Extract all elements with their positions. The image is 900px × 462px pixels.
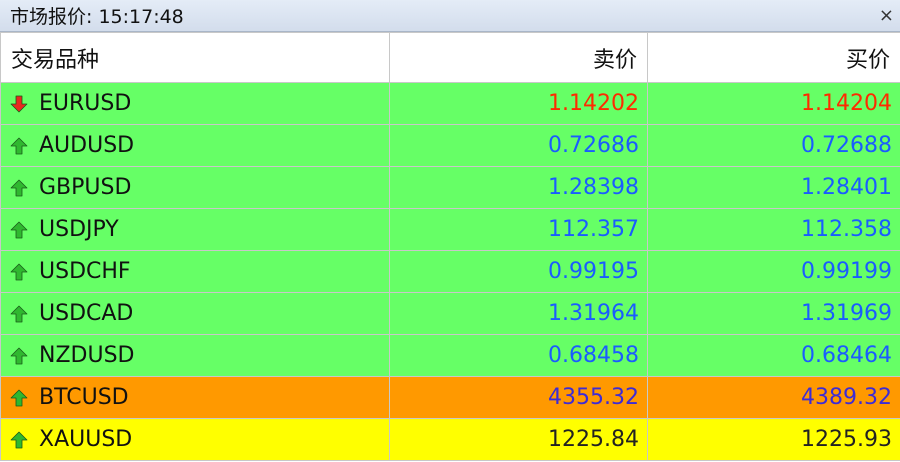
symbol-cell[interactable]: XAUUSD [0, 418, 390, 461]
close-icon[interactable]: × [879, 6, 894, 25]
quotes-table: 交易品种 卖价 买价 EURUSD 1.14202 1.14204 AUDUSD 0.7… [0, 32, 900, 461]
symbol-name: BTCUSD [39, 385, 129, 410]
symbol-wrap: USDJPY [9, 217, 381, 242]
table-row[interactable]: GBPUSD 1.28398 1.28401 [0, 166, 900, 209]
symbol-wrap: NZDUSD [9, 343, 381, 368]
red-down-arrow-icon [9, 94, 29, 114]
ask-price: 0.72688 [647, 124, 900, 167]
ask-price: 1.31969 [647, 292, 900, 335]
table-row[interactable]: EURUSD 1.14202 1.14204 [0, 82, 900, 125]
ask-price: 112.358 [647, 208, 900, 251]
symbol-cell[interactable]: USDCAD [0, 292, 390, 335]
symbol-wrap: XAUUSD [9, 427, 381, 452]
symbol-cell[interactable]: AUDUSD [0, 124, 390, 167]
bid-price: 112.357 [389, 208, 648, 251]
green-up-arrow-icon [9, 388, 29, 408]
symbol-wrap: BTCUSD [9, 385, 381, 410]
ask-price: 1.14204 [647, 82, 900, 125]
green-up-arrow-icon [9, 178, 29, 198]
green-up-arrow-icon [9, 262, 29, 282]
bid-price: 1225.84 [389, 418, 648, 461]
symbol-cell[interactable]: USDJPY [0, 208, 390, 251]
table-row[interactable]: BTCUSD 4355.32 4389.32 [0, 376, 900, 419]
symbol-cell[interactable]: EURUSD [0, 82, 390, 125]
green-up-arrow-icon [9, 304, 29, 324]
symbol-cell[interactable]: NZDUSD [0, 334, 390, 377]
titlebar: 市场报价: 15:17:48 × [0, 0, 900, 32]
market-watch-window: 市场报价: 15:17:48 × 交易品种 卖价 买价 EURUSD 1.1420… [0, 0, 900, 462]
bid-price: 4355.32 [389, 376, 648, 419]
symbol-name: USDCHF [39, 259, 131, 284]
ask-price: 4389.32 [647, 376, 900, 419]
symbol-name: USDCAD [39, 301, 134, 326]
green-up-arrow-icon [9, 346, 29, 366]
table-row[interactable]: XAUUSD 1225.84 1225.93 [0, 418, 900, 461]
symbol-name: USDJPY [39, 217, 119, 242]
table-row[interactable]: NZDUSD 0.68458 0.68464 [0, 334, 900, 377]
table-row[interactable]: USDJPY 112.357 112.358 [0, 208, 900, 251]
ask-price: 0.68464 [647, 334, 900, 377]
green-up-arrow-icon [9, 136, 29, 156]
symbol-name: AUDUSD [39, 133, 135, 158]
symbol-wrap: USDCAD [9, 301, 381, 326]
symbol-wrap: AUDUSD [9, 133, 381, 158]
green-up-arrow-icon [9, 430, 29, 450]
bid-price: 1.28398 [389, 166, 648, 209]
window-title: 市场报价: 15:17:48 [10, 6, 184, 28]
symbol-cell[interactable]: USDCHF [0, 250, 390, 293]
ask-price: 1.28401 [647, 166, 900, 209]
ask-price: 1225.93 [647, 418, 900, 461]
symbol-name: NZDUSD [39, 343, 135, 368]
bid-price: 0.68458 [389, 334, 648, 377]
ask-price: 0.99199 [647, 250, 900, 293]
header-ask[interactable]: 买价 [647, 32, 900, 83]
table-row[interactable]: USDCAD 1.31964 1.31969 [0, 292, 900, 335]
green-up-arrow-icon [9, 220, 29, 240]
symbol-cell[interactable]: GBPUSD [0, 166, 390, 209]
header-bid[interactable]: 卖价 [389, 32, 648, 83]
bid-price: 0.99195 [389, 250, 648, 293]
table-row[interactable]: USDCHF 0.99195 0.99199 [0, 250, 900, 293]
bid-price: 0.72686 [389, 124, 648, 167]
symbol-wrap: USDCHF [9, 259, 381, 284]
symbol-wrap: EURUSD [9, 91, 381, 116]
symbol-cell[interactable]: BTCUSD [0, 376, 390, 419]
symbol-name: EURUSD [39, 91, 132, 116]
symbol-wrap: GBPUSD [9, 175, 381, 200]
bid-price: 1.14202 [389, 82, 648, 125]
header-symbol[interactable]: 交易品种 [0, 32, 390, 83]
symbol-name: GBPUSD [39, 175, 132, 200]
table-header-row: 交易品种 卖价 买价 [0, 32, 900, 83]
table-row[interactable]: AUDUSD 0.72686 0.72688 [0, 124, 900, 167]
bid-price: 1.31964 [389, 292, 648, 335]
symbol-name: XAUUSD [39, 427, 133, 452]
